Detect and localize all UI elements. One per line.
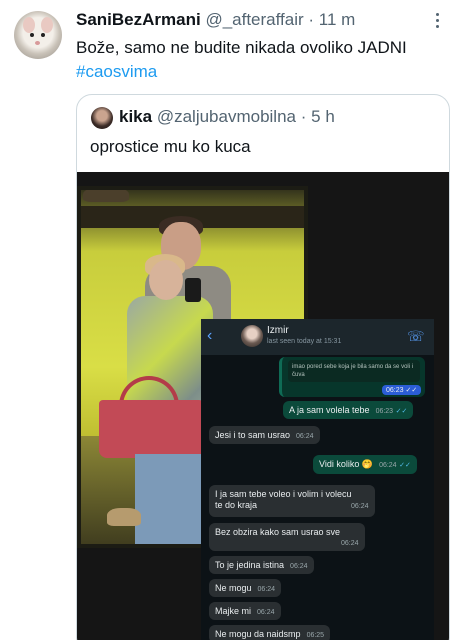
quoted-author-handle[interactable]: @zaljubavmobilna [157, 107, 296, 126]
quoted-message-preview: imao pored sebe koja je bila samo da se … [288, 360, 420, 382]
tweet-header: SaniBezArmani @_afteraffair · 11 m [76, 10, 355, 30]
last-seen-status: last seen today at 15:31 [267, 338, 342, 345]
quoted-tweet-media[interactable]: ‹ Izmir last seen today at 15:31 ☏ imao … [77, 172, 449, 640]
quoted-author-name[interactable]: kika [119, 107, 152, 126]
avatar-eye [30, 33, 34, 37]
quoted-tweet-header: kika @zaljubavmobilna · 5 h [119, 107, 335, 127]
chat-message-out: Vidi koliko 🤭 06:24 ✓✓ [313, 455, 417, 474]
chat-message-in: Jesi i to sam usrao 06:24 [209, 426, 320, 444]
chat-message-in: Ne mogu 06:24 [209, 579, 282, 597]
quoted-author-avatar[interactable] [91, 107, 113, 129]
tweet-text-body: Bože, samo ne budite nikada ovoliko JADN… [76, 38, 407, 57]
contact-avatar [241, 325, 263, 347]
tweet[interactable]: SaniBezArmani @_afteraffair · 11 m Bože,… [0, 0, 464, 640]
chat-message-in: I ja sam tebe voleo i volim i volecu te d… [209, 485, 375, 517]
avatar-nose [35, 41, 40, 45]
separator-dot: · [308, 10, 315, 29]
tweet-timestamp[interactable]: 11 m [319, 10, 356, 29]
chevron-left-icon: ‹ [207, 327, 213, 344]
avatar-ear [23, 17, 35, 33]
more-options-icon[interactable] [428, 12, 448, 28]
chat-header: ‹ Izmir last seen today at 15:31 ☏ [201, 319, 434, 355]
chat-message-in: To je jedina istina 06:24 [209, 556, 314, 574]
avatar-eye [41, 33, 45, 37]
author-handle[interactable]: @_afteraffair [205, 10, 303, 29]
avatar-ear [41, 17, 53, 33]
contact-name: Izmir [267, 325, 289, 336]
quoted-message: imao pored sebe koja je bila samo da se … [279, 357, 425, 397]
quoted-message-time: 06:23 ✓✓ [382, 385, 422, 395]
chat-message-in: Majke mi 06:24 [209, 602, 281, 620]
chat-message-in: Ne mogu da naidsmp 06:25 [209, 625, 331, 640]
chat-screenshot: ‹ Izmir last seen today at 15:31 ☏ imao … [201, 319, 434, 640]
hashtag-link[interactable]: #caosvima [76, 62, 157, 81]
phone-add-icon: ☏ [407, 328, 425, 344]
quoted-tweet[interactable]: kika @zaljubavmobilna · 5 h oprostice mu… [76, 94, 450, 640]
author-avatar[interactable] [14, 11, 62, 59]
quoted-tweet-timestamp[interactable]: 5 h [311, 107, 335, 126]
author-name[interactable]: SaniBezArmani [76, 10, 201, 29]
chat-message-in: Bez obzira kako sam usrao sve 06:24 [209, 523, 365, 551]
quoted-tweet-text: oprostice mu ko kuca [90, 137, 251, 156]
chat-message-out: A ja sam volela tebe 06:23 ✓✓ [283, 401, 414, 419]
tweet-text: Bože, samo ne budite nikada ovoliko JADN… [76, 36, 446, 84]
separator-dot: · [300, 107, 307, 126]
